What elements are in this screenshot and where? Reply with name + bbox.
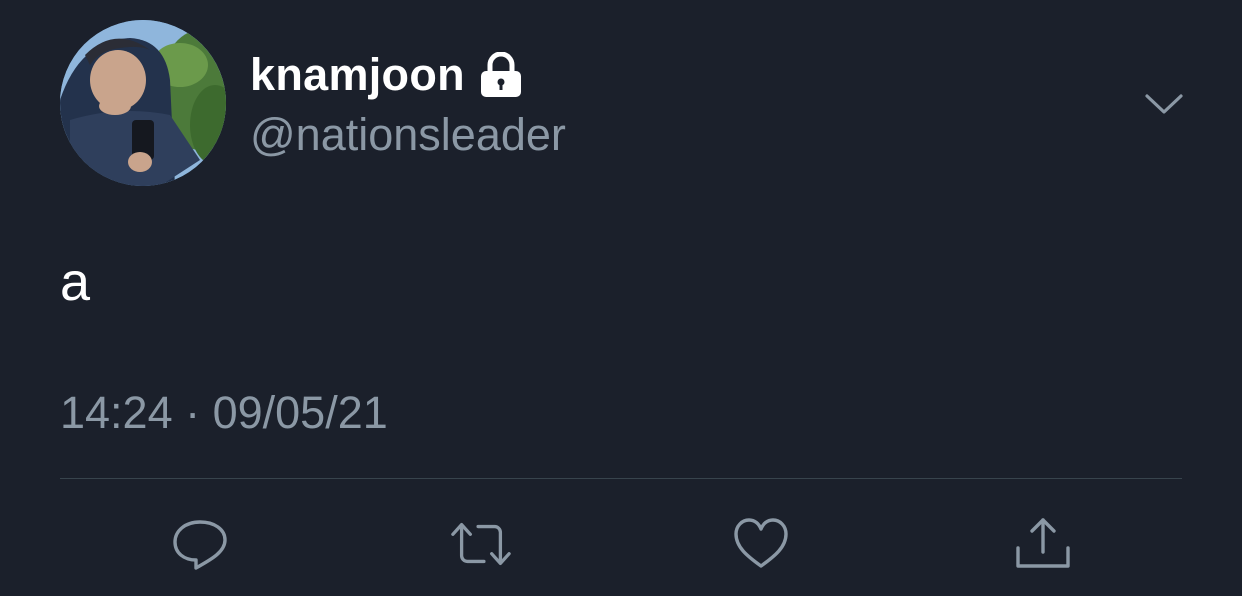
heart-icon — [734, 518, 788, 568]
reply-button[interactable] — [168, 512, 232, 576]
chevron-down-icon[interactable] — [1144, 88, 1184, 118]
reply-icon — [173, 520, 227, 570]
display-name[interactable]: knamjoon — [250, 49, 465, 101]
tweet-timestamp[interactable]: 14:24 · 09/05/21 — [60, 386, 388, 440]
lock-icon — [479, 51, 523, 98]
avatar-image — [60, 20, 226, 186]
divider — [60, 478, 1182, 479]
share-icon — [1016, 518, 1070, 568]
retweet-icon — [451, 522, 511, 566]
tweet-text: a — [60, 252, 91, 312]
share-button[interactable] — [1011, 512, 1075, 576]
retweet-button[interactable] — [449, 512, 513, 576]
like-button[interactable] — [729, 512, 793, 576]
user-handle[interactable]: @nationsleader — [250, 108, 566, 162]
avatar[interactable] — [60, 20, 226, 186]
name-row: knamjoon — [250, 46, 523, 104]
